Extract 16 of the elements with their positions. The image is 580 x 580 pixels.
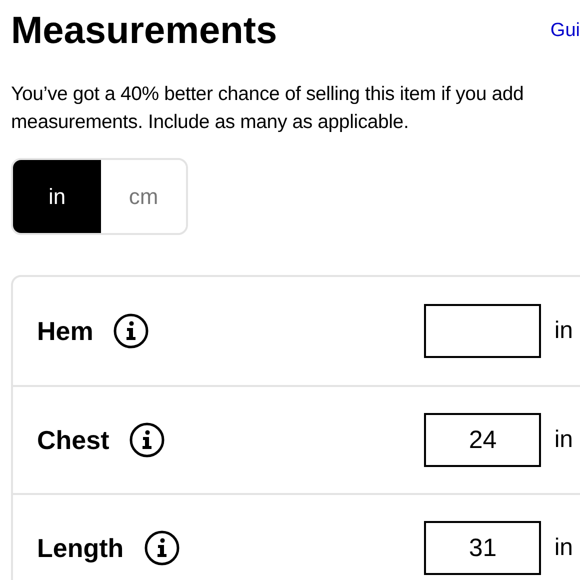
measurement-field[interactable]: 31 xyxy=(424,521,542,575)
intro-text: You’ve got a 40% better chance of selling this item if you add measurements. Include as many as applicable. xyxy=(11,82,525,135)
info-icon[interactable] xyxy=(113,313,150,349)
guide-link[interactable]: Gui xyxy=(550,16,580,46)
unit-label: in xyxy=(554,316,573,346)
unit-label: in xyxy=(554,425,573,455)
unit-label: in xyxy=(554,533,573,563)
measurement-label: Length xyxy=(37,532,124,564)
measurement-label: Chest xyxy=(37,424,110,456)
info-icon[interactable] xyxy=(129,422,166,458)
info-icon[interactable] xyxy=(144,530,180,566)
unit-option[interactable]: in xyxy=(13,160,101,233)
measurement-field[interactable] xyxy=(424,304,542,358)
measurement-field[interactable]: 24 xyxy=(424,413,542,467)
measurement-label: Hem xyxy=(37,314,94,348)
page-title: Measurements xyxy=(11,12,278,50)
